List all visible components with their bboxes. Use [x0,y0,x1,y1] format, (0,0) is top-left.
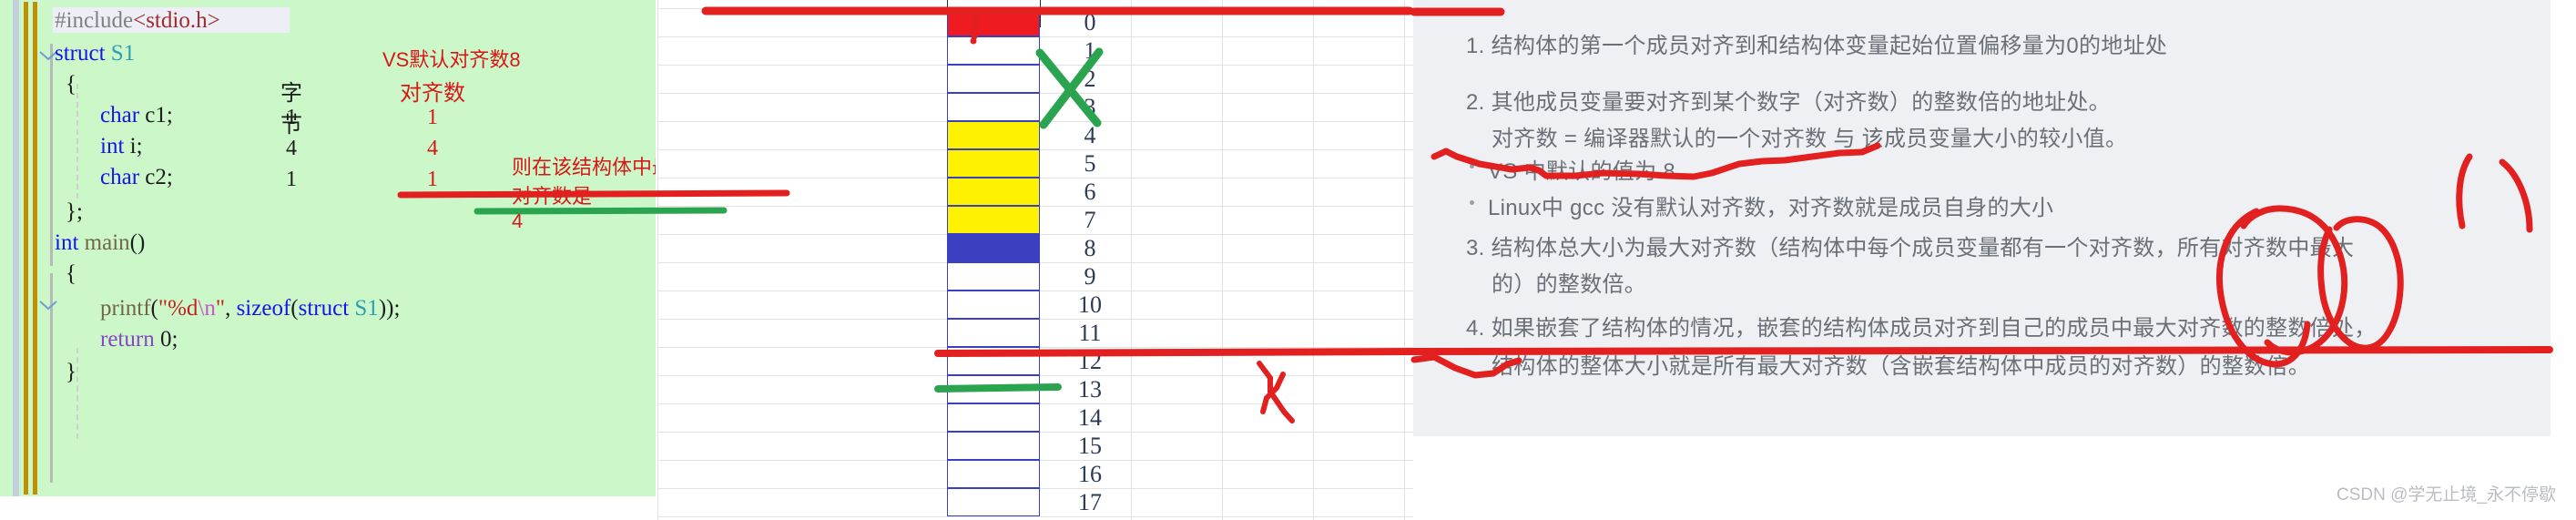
code-line-main-decl[interactable]: int main() [55,231,145,254]
sheet-column-line [1404,0,1405,520]
memory-layout-sheet: 0 1 2 3 4 5 6 7 8 9 10 11 12 13 14 15 16 17 [657,0,1413,520]
code-line-printf[interactable]: printf("%d\n", sizeof(struct S1)); [100,297,400,320]
memory-address-label: 13 [1078,376,1102,403]
memory-cell[interactable] [947,36,1040,65]
align-value-i: 4 [427,137,438,160]
memory-cell[interactable] [947,403,1040,432]
memory-address-label: 9 [1084,263,1096,290]
memory-cell[interactable] [947,234,1040,262]
code-line-return[interactable]: return 0; [100,328,178,351]
code-line-main-open-brace[interactable]: { [66,262,76,285]
editor-left-rail [13,0,19,496]
memory-address-label: 11 [1078,320,1102,346]
memory-address-label: 10 [1078,291,1102,318]
note-vs-default-align: VS默认对齐数8 [382,48,521,71]
memory-cell[interactable] [947,178,1040,206]
memory-address-label: 7 [1084,207,1096,233]
memory-cell[interactable] [947,347,1040,375]
rule-2: 2. 其他成员变量要对齐到某个数字（对齐数）的整数倍的地址处。 [1466,90,2111,115]
memory-address-label: 5 [1084,150,1096,177]
memory-cell[interactable] [947,206,1040,234]
memory-address-label: 3 [1084,94,1096,120]
code-editor-panel: #include<stdio.h> struct S1 { char c1; i… [0,0,656,496]
memory-address-label: 15 [1078,433,1102,459]
code-line-char-c1[interactable]: char c1; [100,104,173,127]
memory-cell[interactable] [947,460,1040,488]
bullet-linux-gcc: Linux中 gcc 没有默认对齐数，对齐数就是成员自身的大小 [1488,196,2054,220]
code-line-struct-open-brace[interactable]: { [66,73,76,96]
memory-cell[interactable] [947,375,1040,403]
code-line-char-c2[interactable]: char c2; [100,166,173,189]
bullet-dot-linux-icon [1470,200,1474,205]
bullet-vs-default: VS 中默认的值为 8 [1488,159,1675,184]
byte-value-c2: 1 [286,168,297,191]
memory-cell[interactable] [947,488,1040,516]
code-line-include[interactable]: #include<stdio.h> [55,9,220,32]
memory-address-label: 12 [1078,348,1102,374]
sheet-column-line [1222,0,1223,520]
rule-3-sub: 的）的整数倍。 [1492,272,1647,297]
change-indicator-bar-outer [24,2,28,495]
align-value-c1: 1 [427,106,438,129]
memory-address-label: 1 [1084,37,1096,64]
memory-cell[interactable] [947,8,1040,36]
slide-right-margin [2551,0,2576,520]
code-line-int-i[interactable]: int i; [100,135,143,158]
change-indicator-bar-inner [33,2,37,495]
indent-guide-main [76,348,78,439]
rule-4: 4. 如果嵌套了结构体的情况，嵌套的结构体成员对齐到自己的成员中最大对齐数的整数… [1466,316,2377,341]
rule-4-sub: 结构体的整体大小就是所有最大对齐数（含嵌套结构体中成员的对齐数）的整数倍。 [1492,354,2311,379]
note-max-align-line2: 对齐数是 [512,185,593,208]
slide-bottom-margin [1413,436,2576,520]
memory-address-label: 14 [1078,404,1102,431]
memory-cell[interactable] [947,93,1040,121]
memory-cell[interactable] [947,432,1040,460]
sheet-column-line [657,0,658,520]
csdn-watermark: CSDN @学无止境_永不停歇 [2337,485,2556,505]
note-max-align-value: 4 [512,209,524,232]
indent-guide-struct [76,84,78,199]
sheet-column-line [1313,0,1314,520]
memory-cell[interactable] [947,121,1040,149]
memory-address-label: 17 [1078,489,1102,515]
fold-chevron-main-icon[interactable] [38,299,58,311]
sheet-row-line [657,516,1413,517]
struct-block-guide [50,44,53,266]
rule-1: 1. 结构体的第一个成员对齐到和结构体变量起始位置偏移量为0的地址处 [1466,34,2168,58]
code-line-struct-decl[interactable]: struct S1 [55,42,135,65]
sheet-column-divider-right [1040,0,1041,27]
bullet-dot-vs-icon [1470,164,1474,168]
byte-value-c1: 1 [286,106,297,129]
memory-cell[interactable] [947,291,1040,319]
memory-address-label: 4 [1084,122,1096,148]
memory-address-label: 8 [1084,235,1096,261]
align-value-c2: 1 [427,168,438,191]
memory-cell[interactable] [947,262,1040,291]
memory-address-label: 6 [1084,178,1096,205]
code-line-main-close-brace[interactable]: } [66,361,76,383]
note-max-align-line1: 则在该结构体中最大 [512,156,656,178]
memory-cell[interactable] [947,149,1040,178]
memory-address-label: 0 [1084,9,1096,36]
memory-address-label: 2 [1084,66,1096,92]
sheet-column-line [1131,0,1132,520]
rule-3: 3. 结构体总大小为最大对齐数（结构体中每个成员变量都有一个对齐数，所有对齐数中… [1466,236,2355,260]
byte-value-i: 4 [286,137,297,160]
memory-cell[interactable] [947,319,1040,347]
code-line-struct-close-brace[interactable]: }; [66,200,83,223]
rule-2-sub: 对齐数 = 编译器默认的一个对齐数 与 该成员变量大小的较小值。 [1492,127,2128,151]
memory-address-label: 16 [1078,461,1102,487]
memory-cell[interactable] [947,65,1040,93]
align-column-header: 对齐数 [400,82,465,106]
